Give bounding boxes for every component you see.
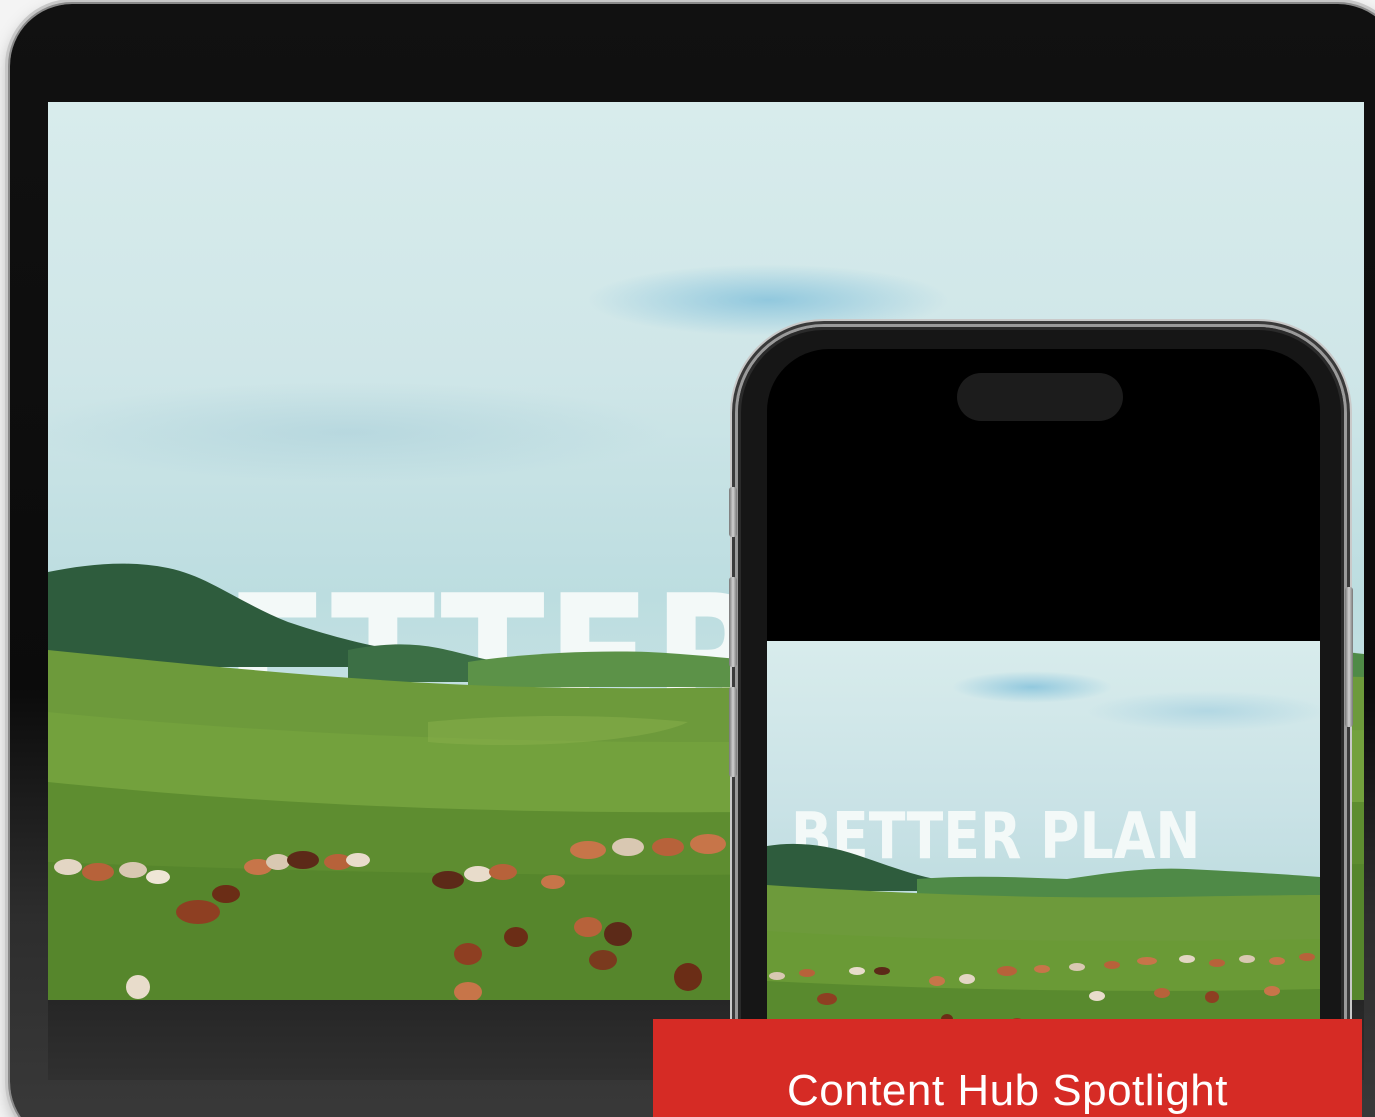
- phone-volume-up-button: [729, 577, 737, 667]
- stage: BETTER PLAN Content Hub Spotlight: [0, 0, 1375, 1117]
- dynamic-island: [957, 373, 1123, 421]
- spotlight-banner[interactable]: Content Hub Spotlight: [653, 1019, 1362, 1117]
- phone-screen: BETTER PLAN: [767, 349, 1320, 1117]
- phone-device-frame: BETTER PLAN: [729, 327, 1353, 1117]
- phone-action-button: [729, 487, 737, 537]
- phone-volume-down-button: [729, 687, 737, 777]
- phone-side-button: [1345, 587, 1353, 727]
- spotlight-banner-title: Content Hub Spotlight: [786, 1066, 1228, 1115]
- phone-video-player[interactable]: BETTER PLAN: [767, 641, 1320, 1061]
- phone-pasture-landscape: [767, 843, 1320, 1061]
